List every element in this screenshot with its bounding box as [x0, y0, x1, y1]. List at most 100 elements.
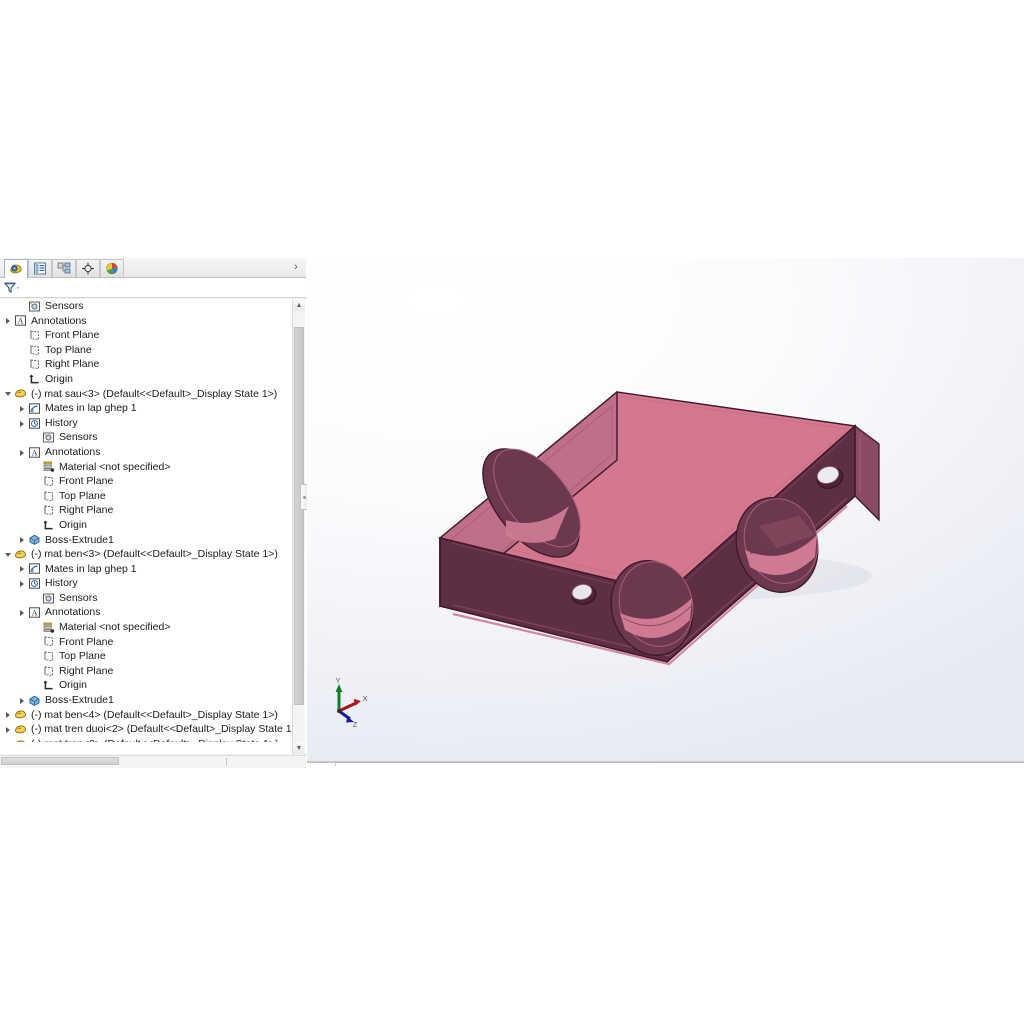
tree-item[interactable]: Front Plane — [0, 328, 292, 343]
panel-expand-chevron[interactable]: › — [290, 261, 302, 274]
tree-item[interactable]: (-) mat ben<3> (Default<<Default>_Displa… — [0, 547, 292, 562]
tree-item[interactable]: Mates in lap ghep 1 — [0, 562, 292, 577]
scroll-up-arrow-icon[interactable]: ▲ — [293, 299, 305, 311]
tree-item[interactable]: History — [0, 576, 292, 591]
tree-expand-arrow-icon[interactable] — [18, 696, 27, 705]
sensors-icon — [43, 432, 54, 443]
tree-item[interactable]: Front Plane — [0, 474, 292, 489]
design-tree-scroll-area[interactable]: Sensors A Annotations Front Plane Top Plane R… — [0, 299, 306, 754]
tree-item[interactable]: Right Plane — [0, 503, 292, 518]
coordinate-triad: Y X Z — [335, 677, 367, 727]
origin-icon — [28, 373, 41, 386]
tree-item[interactable]: Origin — [0, 372, 292, 387]
tree-item[interactable]: Boss-Extrude1 — [0, 693, 292, 708]
tab-dimxpert-manager[interactable] — [76, 259, 100, 277]
tree-scrollbar-thumb[interactable] — [294, 327, 304, 705]
tab-display-manager[interactable] — [100, 259, 124, 277]
tree-expand-arrow-icon[interactable] — [18, 448, 27, 457]
graphics-area[interactable]: Y X Z — [307, 258, 1024, 763]
tree-item[interactable]: Right Plane — [0, 664, 292, 679]
tree-horizontal-scrollbar[interactable] — [0, 755, 336, 767]
tree-expand-arrow-icon[interactable] — [18, 404, 27, 413]
plane-icon — [44, 636, 53, 647]
svg-text:A: A — [32, 448, 38, 457]
tree-arrow-spacer — [18, 302, 27, 311]
tree-expand-arrow-icon[interactable] — [4, 316, 13, 325]
origin-icon — [29, 374, 39, 384]
tree-expand-arrow-icon[interactable] — [18, 579, 27, 588]
tree-item[interactable]: A Annotations — [0, 605, 292, 620]
mates-icon — [28, 562, 41, 575]
tree-arrow-spacer — [18, 375, 27, 384]
cad-model-enclosure-box[interactable] — [307, 258, 1024, 763]
filter-dropdown-caret[interactable]: · — [16, 282, 20, 294]
plane-icon — [44, 476, 53, 487]
tree-expand-arrow-icon[interactable] — [18, 419, 27, 428]
design-tree: Sensors A Annotations Front Plane Top Plane R… — [0, 299, 292, 742]
configuration-manager-icon — [57, 262, 71, 274]
tree-item-label: Top Plane — [59, 650, 106, 663]
tree-item[interactable]: Right Plane — [0, 357, 292, 372]
tree-filter-bar: · — [0, 278, 306, 298]
tab-property-manager[interactable] — [28, 259, 52, 277]
scroll-down-arrow-icon[interactable]: ▼ — [293, 742, 305, 754]
material-icon — [43, 622, 55, 633]
plane-icon — [42, 665, 55, 678]
tree-expand-arrow-icon[interactable] — [4, 710, 13, 719]
tree-item[interactable]: Boss-Extrude1 — [0, 533, 292, 548]
tree-item[interactable]: Top Plane — [0, 343, 292, 358]
tree-item[interactable]: Material <not specified> — [0, 460, 292, 475]
material-icon — [42, 460, 55, 473]
tree-item[interactable]: Origin — [0, 518, 292, 533]
boss-extrude-icon — [29, 695, 40, 706]
tree-filter-input[interactable] — [21, 279, 306, 296]
tree-item[interactable]: Sensors — [0, 430, 292, 445]
part-icon — [15, 389, 26, 398]
tree-item[interactable]: (-) mat tren<2> (Default<<Default>_Displ… — [0, 737, 292, 742]
tree-expand-arrow-open-icon[interactable] — [4, 550, 13, 559]
plane-icon — [44, 651, 53, 662]
annotations-icon: A — [14, 314, 27, 327]
tree-expand-arrow-icon[interactable] — [4, 725, 13, 734]
tree-item-label: History — [45, 416, 78, 429]
tree-item[interactable]: A Annotations — [0, 445, 292, 460]
tree-item-label: Top Plane — [45, 343, 92, 356]
tree-expand-arrow-icon[interactable] — [18, 535, 27, 544]
tree-expand-arrow-icon[interactable] — [18, 608, 27, 617]
tree-expand-arrow-open-icon[interactable] — [4, 389, 13, 398]
annotations-icon: A — [28, 446, 41, 459]
tree-arrow-spacer — [18, 346, 27, 355]
bottom-tab-segment[interactable] — [130, 758, 227, 766]
tree-item[interactable]: A Annotations — [0, 314, 292, 329]
tree-arrow-spacer — [32, 521, 41, 530]
tree-expand-arrow-icon[interactable] — [18, 564, 27, 573]
tab-configuration-manager[interactable] — [52, 259, 76, 277]
tree-vertical-scrollbar[interactable]: ▲ ▼ — [292, 299, 305, 754]
tree-item[interactable]: Top Plane — [0, 649, 292, 664]
plane-icon — [30, 359, 39, 370]
tree-item[interactable]: (-) mat sau<3> (Default<<Default>_Displa… — [0, 387, 292, 402]
plane-icon — [28, 329, 41, 342]
plane-icon — [30, 345, 39, 355]
tree-item[interactable]: Material <not specified> — [0, 620, 292, 635]
tree-item[interactable]: Front Plane — [0, 635, 292, 650]
tree-expand-arrow-icon[interactable] — [4, 740, 13, 742]
tree-item[interactable]: Top Plane — [0, 489, 292, 504]
tree-item[interactable]: Mates in lap ghep 1 — [0, 401, 292, 416]
tree-item-label: Annotations — [45, 445, 101, 458]
tree-item[interactable]: Sensors — [0, 591, 292, 606]
sensors-icon — [42, 592, 55, 605]
tree-item[interactable]: Origin — [0, 678, 292, 693]
tree-item[interactable]: (-) mat tren duoi<2> (Default<<Default>_… — [0, 722, 292, 737]
boss-extrude-icon — [28, 694, 41, 707]
part-icon — [14, 723, 27, 736]
tree-item[interactable]: Sensors — [0, 299, 292, 314]
tree-item-label: Sensors — [59, 591, 98, 604]
origin-icon — [43, 520, 53, 530]
plane-icon — [30, 330, 39, 341]
tab-feature-manager-design-tree[interactable] — [4, 259, 28, 278]
tree-hscrollbar-thumb[interactable] — [1, 757, 119, 765]
tree-item[interactable]: History — [0, 416, 292, 431]
plane-icon — [42, 504, 55, 517]
tree-item[interactable]: (-) mat ben<4> (Default<<Default>_Displa… — [0, 708, 292, 723]
